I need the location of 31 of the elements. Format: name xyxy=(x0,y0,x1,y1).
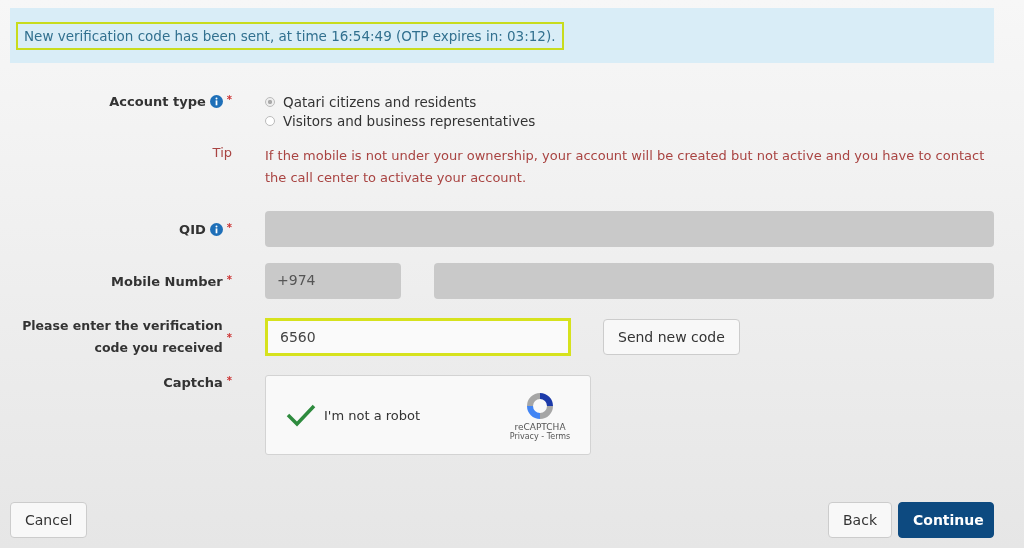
recaptcha-label: reCAPTCHA xyxy=(514,421,566,432)
captcha-label: I'm not a robot xyxy=(324,407,422,423)
country-code-field[interactable]: +974 xyxy=(265,263,401,299)
qid-field[interactable] xyxy=(265,211,994,247)
radio-label: Qatari citizens and residents xyxy=(283,94,477,110)
checkmark-icon[interactable] xyxy=(286,403,316,427)
verification-code-field[interactable]: 6560 xyxy=(265,318,571,356)
required-mark: * xyxy=(226,94,232,105)
mobile-field[interactable] xyxy=(434,263,994,299)
field-label: QID xyxy=(179,221,206,237)
send-code-button[interactable]: Send new code xyxy=(603,319,740,355)
field-label: Account type xyxy=(109,94,206,109)
required-mark: * xyxy=(226,331,232,345)
info-icon[interactable] xyxy=(209,95,223,108)
radio-label: Visitors and business representatives xyxy=(283,113,536,129)
back-button[interactable]: Back xyxy=(828,502,892,538)
continue-button[interactable]: Continue xyxy=(898,502,994,538)
cancel-button[interactable]: Cancel xyxy=(10,502,88,538)
required-mark: * xyxy=(226,273,232,285)
tip-label: Tip xyxy=(212,145,232,160)
field-label: Please enter the verification code you received xyxy=(21,317,223,357)
tip-text: If the mobile is not under your ownership, your account will be created but not active and you have to contact the call center to activate your account. xyxy=(265,147,985,187)
alert-message: New verification code has been sent, at time 16:54:49 (OTP expires in: 03:12). xyxy=(16,21,564,50)
field-label: Mobile Number xyxy=(111,273,223,289)
radio-button[interactable] xyxy=(265,116,275,126)
required-mark: * xyxy=(226,221,232,233)
privacy-terms-link[interactable]: Privacy - Terms xyxy=(509,431,571,441)
required-mark: * xyxy=(226,375,232,386)
info-icon[interactable] xyxy=(209,222,223,236)
radio-button[interactable] xyxy=(265,97,275,107)
field-label: Captcha xyxy=(163,375,223,390)
